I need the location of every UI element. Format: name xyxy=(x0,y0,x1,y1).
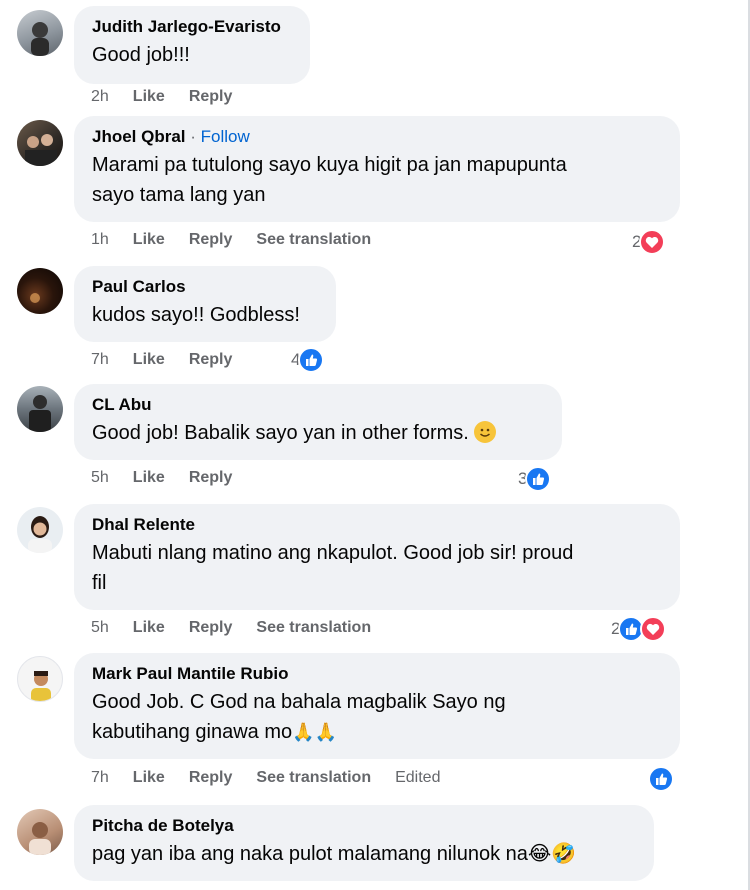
smile-emoji-icon xyxy=(474,421,497,443)
follow-button[interactable]: Follow xyxy=(201,127,250,146)
comment-bubble: Paul Carlos kudos sayo!! Godbless! xyxy=(74,266,336,342)
see-translation-link[interactable]: See translation xyxy=(256,231,371,249)
comment-actions: 7h Like Reply See translation Edited xyxy=(91,767,440,789)
comment-actions: 5h Like Reply xyxy=(91,467,256,489)
comment-text: Mabuti nlang matino ang nkapulot. Good j… xyxy=(92,538,662,598)
reply-button[interactable]: Reply xyxy=(189,231,233,249)
avatar[interactable] xyxy=(17,10,63,56)
comment-text: pag yan iba ang naka pulot malamang nilu… xyxy=(92,839,636,869)
reply-button[interactable]: Reply xyxy=(189,88,233,106)
comment-text-line: fil xyxy=(92,572,107,594)
comment-text-content: pag yan iba ang naka pulot malamang nilu… xyxy=(92,843,528,865)
avatar[interactable] xyxy=(17,120,63,166)
comment-text: Good job! Babalik sayo yan in other form… xyxy=(92,418,544,448)
author-name[interactable]: Paul Carlos xyxy=(92,276,318,298)
comment-text-line: Good Job. C God na bahala magbalik Sayo … xyxy=(92,691,506,713)
comment-text: Good Job. C God na bahala magbalik Sayo … xyxy=(92,687,662,747)
reaction-summary[interactable] xyxy=(648,765,674,793)
comment-actions: 1h Like Reply See translation xyxy=(91,229,395,251)
like-reaction-icon xyxy=(525,466,552,492)
comment-text-line: kabutihang ginawa mo🙏🙏 xyxy=(92,717,662,747)
timestamp[interactable]: 7h xyxy=(91,351,109,369)
reaction-summary[interactable]: 2 xyxy=(611,615,667,643)
comment-bubble: CL Abu Good job! Babalik sayo yan in oth… xyxy=(74,384,562,460)
timestamp[interactable]: 5h xyxy=(91,619,109,637)
avatar[interactable] xyxy=(17,656,63,702)
comment-text: Marami pa tutulong sayo kuya higit pa ja… xyxy=(92,150,662,210)
avatar[interactable] xyxy=(17,507,63,553)
avatar[interactable] xyxy=(17,386,63,432)
reaction-summary[interactable]: 2 xyxy=(632,228,666,256)
comment-text: kudos sayo!! Godbless! xyxy=(92,304,300,326)
author-link[interactable]: Jhoel Qbral xyxy=(92,127,186,146)
pray-emoji-icon: 🙏🙏 xyxy=(292,722,337,742)
like-button[interactable]: Like xyxy=(133,88,165,106)
reply-button[interactable]: Reply xyxy=(189,769,233,787)
edited-label[interactable]: Edited xyxy=(395,769,440,787)
comment-text-content: Good job! Babalik sayo yan in other form… xyxy=(92,422,469,444)
like-button[interactable]: Like xyxy=(133,351,165,369)
laughing-emoji-icon: 😂 xyxy=(527,843,552,865)
author-name[interactable]: Pitcha de Botelya xyxy=(92,815,636,837)
reaction-summary[interactable]: 3 xyxy=(518,465,552,493)
comment-actions: 7h Like Reply xyxy=(91,349,256,371)
comment-text-content: kabutihang ginawa mo xyxy=(92,721,293,743)
comment-bubble: Jhoel Qbral · Follow Marami pa tutulong … xyxy=(74,116,680,222)
author-name[interactable]: Dhal Relente xyxy=(92,514,662,536)
separator-dot: · xyxy=(185,127,201,146)
like-reaction-icon xyxy=(648,766,674,792)
timestamp[interactable]: 2h xyxy=(91,88,109,106)
timestamp[interactable]: 7h xyxy=(91,769,109,787)
love-reaction-icon xyxy=(639,229,666,255)
see-translation-link[interactable]: See translation xyxy=(256,619,371,637)
comment-actions: 5h Like Reply See translation xyxy=(91,617,395,639)
reply-button[interactable]: Reply xyxy=(189,351,233,369)
comment-text: Good job!!! xyxy=(92,44,190,66)
timestamp[interactable]: 5h xyxy=(91,469,109,487)
reply-button[interactable]: Reply xyxy=(189,469,233,487)
like-button[interactable]: Like xyxy=(133,231,165,249)
avatar[interactable] xyxy=(17,809,63,855)
reaction-summary[interactable]: 4 xyxy=(291,346,325,374)
see-translation-link[interactable]: See translation xyxy=(256,769,371,787)
author-name[interactable]: CL Abu xyxy=(92,394,544,416)
like-button[interactable]: Like xyxy=(133,769,165,787)
author-name[interactable]: Judith Jarlego-Evaristo xyxy=(92,16,292,38)
love-reaction-icon xyxy=(640,616,667,642)
comment-text-line: Marami pa tutulong sayo kuya higit pa ja… xyxy=(92,154,567,176)
like-button[interactable]: Like xyxy=(133,619,165,637)
avatar[interactable] xyxy=(17,268,63,314)
like-reaction-icon xyxy=(298,347,325,373)
comment-bubble: Dhal Relente Mabuti nlang matino ang nka… xyxy=(74,504,680,610)
author-name: Jhoel Qbral · Follow xyxy=(92,126,662,148)
rofl-emoji-icon: 🤣 xyxy=(551,843,577,865)
comment-bubble: Judith Jarlego-Evaristo Good job!!! xyxy=(74,6,310,84)
author-name[interactable]: Mark Paul Mantile Rubio xyxy=(92,663,662,685)
timestamp[interactable]: 1h xyxy=(91,231,109,249)
comment-text-line: Mabuti nlang matino ang nkapulot. Good j… xyxy=(92,542,574,564)
like-button[interactable]: Like xyxy=(133,469,165,487)
comment-bubble: Pitcha de Botelya pag yan iba ang naka p… xyxy=(74,805,654,881)
comment-text-line: sayo tama lang yan xyxy=(92,184,266,206)
reply-button[interactable]: Reply xyxy=(189,619,233,637)
comment-bubble: Mark Paul Mantile Rubio Good Job. C God … xyxy=(74,653,680,759)
comment-actions: 2h Like Reply xyxy=(91,86,256,108)
